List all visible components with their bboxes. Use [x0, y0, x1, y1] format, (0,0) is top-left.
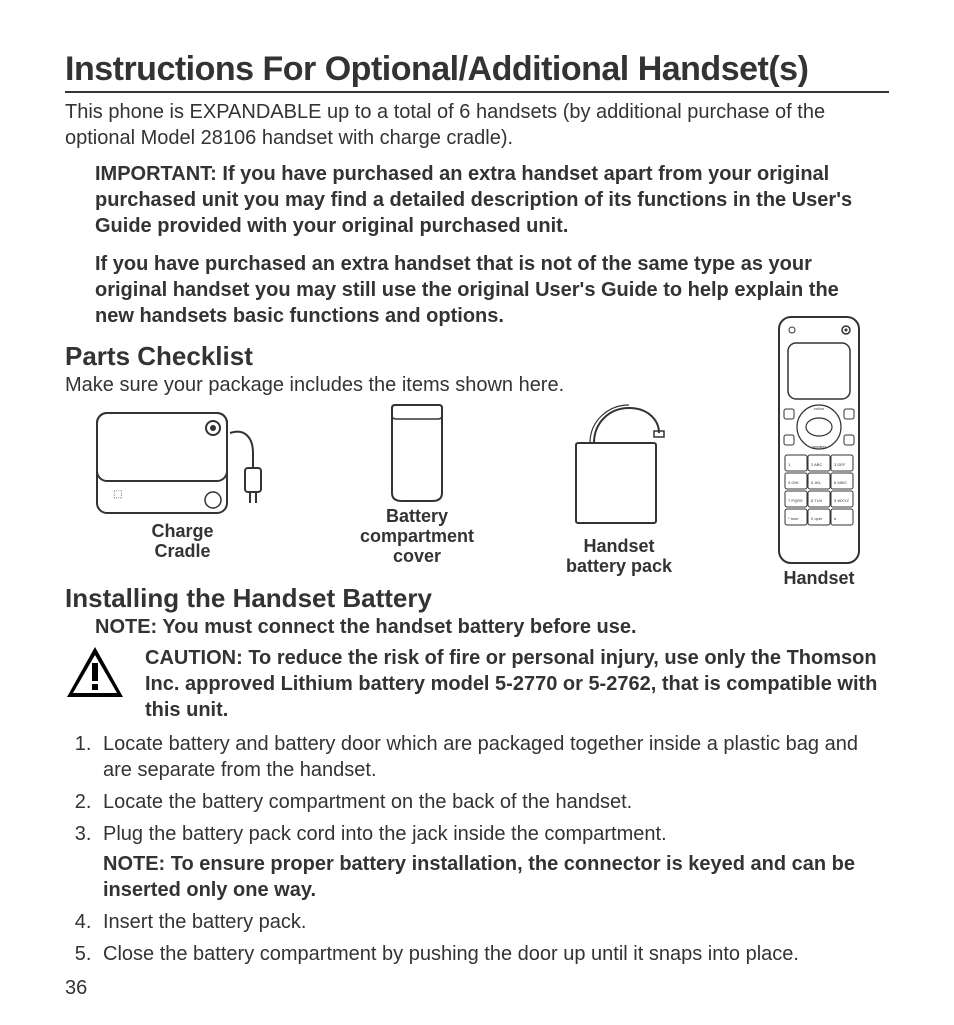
step-2: Locate the battery compartment on the ba…	[97, 789, 889, 815]
part-battery-pack: Handset battery pack	[564, 403, 674, 577]
step-4-text: Insert the battery pack.	[103, 911, 306, 933]
install-steps: Locate battery and battery door which ar…	[65, 731, 889, 967]
svg-text:7 PQRS: 7 PQRS	[788, 498, 803, 503]
svg-text:4 GHI: 4 GHI	[788, 480, 798, 485]
caution-row: CAUTION: To reduce the risk of fire or p…	[65, 645, 889, 723]
part-battery-cover: Battery compartment cover	[360, 403, 474, 566]
svg-text:vol/ch: vol/ch	[814, 406, 824, 411]
battery-pack-label: Handset battery pack	[566, 537, 672, 577]
parts-intro: Make sure your package includes the item…	[65, 374, 889, 397]
step-3: Plug the battery pack cord into the jack…	[97, 821, 889, 903]
svg-text:speaker: speaker	[812, 444, 827, 449]
important-paragraph-1: IMPORTANT: If you have purchased an extr…	[95, 161, 869, 239]
cradle-label: Charge Cradle	[151, 522, 213, 562]
part-charge-cradle: ⬚ Charge Cradle	[95, 403, 270, 562]
step-3-note: NOTE: To ensure proper battery installat…	[103, 851, 889, 903]
svg-text:0 oper: 0 oper	[811, 516, 823, 521]
svg-text:2 ABC: 2 ABC	[811, 462, 822, 467]
parts-checklist-heading: Parts Checklist	[65, 341, 889, 372]
install-note: NOTE: You must connect the handset batte…	[95, 616, 889, 639]
step-5: Close the battery compartment by pushing…	[97, 941, 889, 967]
important-block: IMPORTANT: If you have purchased an extr…	[95, 161, 869, 329]
handset-label: Handset	[783, 569, 854, 589]
warning-icon	[65, 645, 125, 700]
step-1: Locate battery and battery door which ar…	[97, 731, 889, 783]
step-2-text: Locate the battery compartment on the ba…	[103, 791, 632, 813]
battery-cover-icon	[382, 403, 452, 503]
intro-paragraph: This phone is EXPANDABLE up to a total o…	[65, 99, 889, 151]
svg-text:#: #	[834, 516, 837, 521]
svg-text:1: 1	[788, 462, 791, 467]
manual-page: Instructions For Optional/Additional Han…	[0, 0, 954, 1025]
svg-text:* tone: * tone	[788, 516, 799, 521]
part-handset: 1 2 ABC 3 DEF 4 GHI 5 JKL 6 MNO 7 PQRS 8…	[774, 315, 864, 589]
step-5-text: Close the battery compartment by pushing…	[103, 943, 799, 965]
important-paragraph-2: If you have purchased an extra handset t…	[95, 251, 869, 329]
svg-text:3 DEF: 3 DEF	[834, 462, 846, 467]
svg-text:⬚: ⬚	[113, 489, 122, 500]
battery-pack-icon	[564, 403, 674, 533]
handset-icon: 1 2 ABC 3 DEF 4 GHI 5 JKL 6 MNO 7 PQRS 8…	[774, 315, 864, 565]
caution-text: CAUTION: To reduce the risk of fire or p…	[145, 645, 889, 723]
page-title: Instructions For Optional/Additional Han…	[65, 50, 889, 93]
cover-label: Battery compartment cover	[360, 507, 474, 566]
step-3-text: Plug the battery pack cord into the jack…	[103, 823, 667, 845]
step-4: Insert the battery pack.	[97, 909, 889, 935]
step-1-text: Locate battery and battery door which ar…	[103, 733, 858, 781]
svg-text:8 TUV: 8 TUV	[811, 498, 823, 503]
svg-text:6 MNO: 6 MNO	[834, 480, 847, 485]
install-heading: Installing the Handset Battery	[65, 583, 889, 614]
parts-row: ⬚ Charge Cradle Battery compartment cove…	[65, 403, 889, 577]
page-number: 36	[65, 977, 87, 1000]
svg-text:5 JKL: 5 JKL	[811, 480, 822, 485]
svg-text:9 WXYZ: 9 WXYZ	[834, 498, 849, 503]
charge-cradle-icon: ⬚	[95, 403, 270, 518]
